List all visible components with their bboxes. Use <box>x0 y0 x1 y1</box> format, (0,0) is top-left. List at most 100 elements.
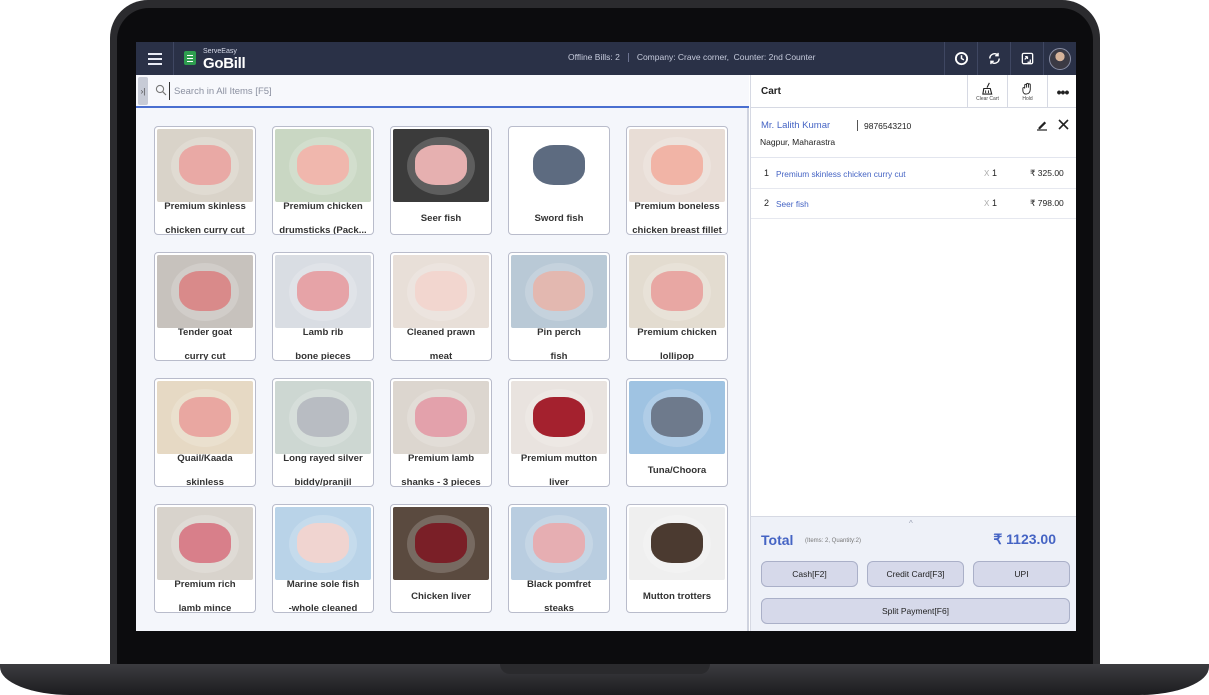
sync-icon <box>988 52 1000 65</box>
item-name: Lamb rib bone pieces <box>276 327 370 360</box>
item-card[interactable]: Premium mutton liver <box>508 378 610 487</box>
switch-button[interactable] <box>1010 42 1043 75</box>
edit-icon[interactable] <box>1035 118 1049 132</box>
expand-caret[interactable]: ^ <box>909 519 913 528</box>
customer-name[interactable]: Mr. Lalith Kumar <box>761 120 830 131</box>
total-label: Total <box>761 532 794 548</box>
line-quantity[interactable]: 1 <box>992 168 997 178</box>
item-card[interactable]: Chicken liver <box>390 504 492 613</box>
item-name-line: Premium mutton <box>520 453 598 464</box>
cash-button[interactable]: Cash[F2] <box>761 561 858 587</box>
clear-cart-button[interactable]: Clear Cart <box>967 75 1007 108</box>
item-image <box>157 129 253 202</box>
divider <box>627 53 629 63</box>
food-shape <box>297 145 349 185</box>
item-name: Black pomfret steaks <box>512 579 606 612</box>
line-number: 1 <box>764 168 770 178</box>
item-card[interactable]: Tender goat curry cut <box>154 252 256 361</box>
food-shape <box>415 145 467 185</box>
total-value: ₹ 1123.00 <box>993 531 1056 547</box>
item-name-line: fish <box>550 351 568 361</box>
item-name-line: Premium lamb <box>407 453 475 464</box>
sync-button[interactable] <box>977 42 1010 75</box>
food-shape <box>533 397 585 437</box>
item-card[interactable]: Sword fish <box>508 126 610 235</box>
item-name-line: Premium boneless <box>634 201 720 212</box>
switch-icon <box>1021 52 1033 65</box>
hold-label: Hold <box>1022 95 1033 102</box>
item-card[interactable]: Premium rich lamb mince <box>154 504 256 613</box>
line-price: ₹ 798.00 <box>1030 198 1064 208</box>
line-quantity[interactable]: 1 <box>992 198 997 208</box>
item-card[interactable]: Premium boneless chicken breast fillet <box>626 126 728 235</box>
item-name-line: Premium chicken <box>637 327 717 338</box>
food-shape <box>179 145 231 185</box>
item-card[interactable]: Premium chicken lollipop <box>626 252 728 361</box>
item-card[interactable]: Pin perch fish <box>508 252 610 361</box>
item-card[interactable]: Lamb rib bone pieces <box>272 252 374 361</box>
item-image <box>511 129 607 202</box>
item-name: Premium boneless chicken breast fillet <box>630 201 724 234</box>
item-name-line: Seer fish <box>420 213 462 224</box>
offline-bills[interactable]: Offline Bills: 2 <box>568 52 620 62</box>
item-name-line: liver <box>549 477 569 487</box>
food-shape <box>533 145 585 185</box>
item-card[interactable]: Cleaned prawn meat <box>390 252 492 361</box>
item-card[interactable]: Seer fish <box>390 126 492 235</box>
profile-button[interactable] <box>1043 42 1076 75</box>
more-options-button[interactable]: ••• <box>1047 75 1076 108</box>
history-icon <box>954 51 968 66</box>
close-icon[interactable] <box>1057 118 1070 131</box>
top-bar: ServeEasy GoBill Offline Bills: 2 Company… <box>136 42 1076 75</box>
cart-line[interactable]: 1 Premium skinless chicken curry cut X 1 ₹ 3… <box>751 159 1076 189</box>
item-name-line: Tuna/Choora <box>647 465 707 476</box>
hold-button[interactable]: Hold <box>1007 75 1047 108</box>
item-card[interactable]: Premium chicken drumsticks (Pack... <box>272 126 374 235</box>
customer-info: Mr. Lalith Kumar 9876543210 Nagpur, Maha… <box>751 108 1076 158</box>
item-image <box>157 381 253 454</box>
item-name: Premium skinless chicken curry cut <box>158 201 252 234</box>
item-card[interactable]: Tuna/Choora <box>626 378 728 487</box>
food-shape <box>415 271 467 311</box>
history-button[interactable] <box>944 42 977 75</box>
item-image <box>393 381 489 454</box>
divider <box>173 42 174 75</box>
credit-card-button[interactable]: Credit Card[F3] <box>867 561 964 587</box>
item-name-line: Premium rich <box>174 579 236 590</box>
cart-header: Cart Clear Cart Hold ••• <box>751 75 1076 108</box>
split-payment-button[interactable]: Split Payment[F6] <box>761 598 1070 624</box>
item-name-line: drumsticks (Pack... <box>279 225 367 235</box>
item-card[interactable]: Premium skinless chicken curry cut <box>154 126 256 235</box>
item-name: Quail/Kaada skinless <box>158 453 252 486</box>
menu-icon[interactable] <box>142 48 168 69</box>
item-name-line: Premium skinless <box>164 201 246 212</box>
header-info: Offline Bills: 2 Company: Crave corner, C… <box>568 52 815 63</box>
food-shape <box>415 397 467 437</box>
food-shape <box>297 271 349 311</box>
cart-line[interactable]: 2 Seer fish X 1 ₹ 798.00 <box>751 189 1076 219</box>
checkout-panel: ^ Total (Items: 2, Quantity:2) ₹ 1123.00… <box>751 516 1076 631</box>
item-card[interactable]: Premium lamb shanks - 3 pieces <box>390 378 492 487</box>
cart-tools: Clear Cart Hold ••• <box>967 75 1076 108</box>
item-name-line: Chicken liver <box>411 591 471 602</box>
collapse-toggle[interactable]: ›| <box>138 77 148 105</box>
item-name-line: Marine sole fish <box>286 579 360 590</box>
food-shape <box>533 523 585 563</box>
item-card[interactable]: Long rayed silver biddy/pranjil <box>272 378 374 487</box>
item-name: Pin perch fish <box>512 327 606 361</box>
food-shape <box>651 523 703 563</box>
item-image <box>275 129 371 202</box>
upi-button[interactable]: UPI <box>973 561 1070 587</box>
item-name-line: Long rayed silver <box>283 453 363 464</box>
item-card[interactable]: Mutton trotters <box>626 504 728 613</box>
laptop-notch <box>500 664 710 674</box>
item-card[interactable]: Quail/Kaada skinless <box>154 378 256 487</box>
item-card[interactable]: Marine sole fish -whole cleaned <box>272 504 374 613</box>
search-input[interactable] <box>174 82 574 100</box>
item-name: Premium chicken lollipop <box>630 327 724 360</box>
item-name: Premium mutton liver <box>512 453 606 487</box>
item-card[interactable]: Black pomfret steaks <box>508 504 610 613</box>
item-name-line: Quail/Kaada <box>177 453 233 464</box>
scrollbar[interactable] <box>747 108 749 631</box>
item-image <box>629 381 725 454</box>
